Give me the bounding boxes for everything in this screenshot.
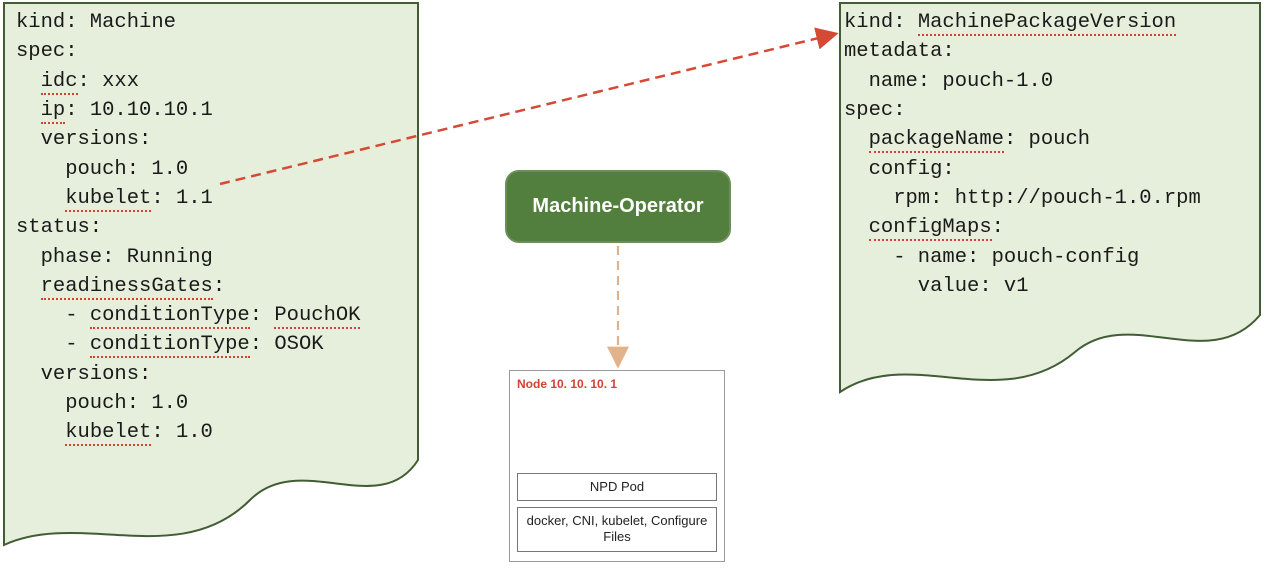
machine-operator-box: Machine-Operator <box>505 170 731 243</box>
machine-yaml: kind: Machine spec: idc: xxx ip: 10.10.1… <box>8 0 428 558</box>
mpv-yaml: kind: MachinePackageVersion metadata: na… <box>836 0 1268 388</box>
node-components-slot: docker, CNI, kubelet, Configure Files <box>517 507 717 552</box>
node-title: Node 10. 10. 10. 1 <box>510 371 724 397</box>
node-box: Node 10. 10. 10. 1 NPD Pod docker, CNI, … <box>509 370 725 562</box>
machine-operator-label: Machine-Operator <box>532 195 703 218</box>
diagram-canvas: kind: Machine spec: idc: xxx ip: 10.10.1… <box>0 0 1268 574</box>
npd-pod-slot: NPD Pod <box>517 473 717 501</box>
